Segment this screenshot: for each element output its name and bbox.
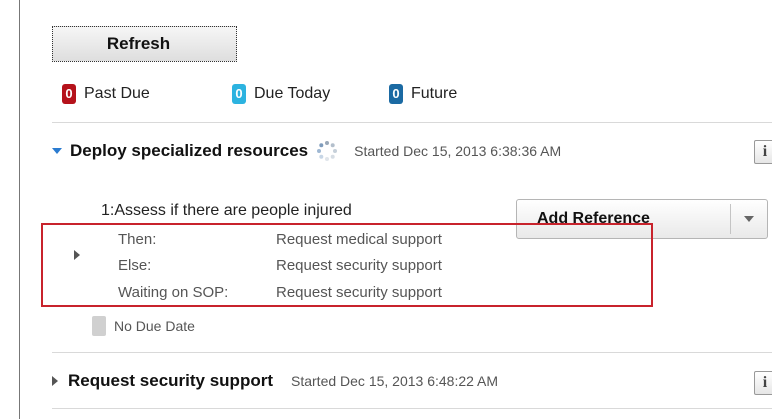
task-title: Deploy specialized resources — [70, 141, 309, 160]
expand-arrow-icon[interactable] — [52, 376, 58, 386]
past-due-count-badge: 0 — [62, 84, 76, 104]
future-label: Future — [411, 85, 458, 102]
task-header-deploy[interactable]: Deploy specialized resources Started Dec… — [52, 140, 561, 162]
future-filter[interactable]: 0 Future — [389, 84, 457, 104]
refresh-button[interactable]: Refresh — [52, 26, 237, 62]
divider — [52, 408, 772, 409]
task-title: Request security support — [68, 371, 273, 390]
left-border — [19, 0, 20, 419]
due-today-count-badge: 0 — [232, 84, 246, 104]
add-reference-dropdown[interactable] — [731, 200, 767, 238]
due-today-label: Due Today — [254, 85, 331, 102]
task-header-security[interactable]: Request security support Started Dec 15,… — [52, 371, 498, 391]
due-today-filter[interactable]: 0 Due Today — [232, 84, 330, 104]
chevron-down-icon — [744, 216, 754, 222]
no-due-date: No Due Date — [92, 316, 195, 336]
due-date-chip — [92, 316, 106, 336]
past-due-filter[interactable]: 0 Past Due — [62, 84, 150, 104]
expand-arrow-icon[interactable] — [52, 148, 62, 154]
divider — [52, 122, 772, 123]
started-timestamp: Started Dec 15, 2013 6:48:22 AM — [291, 373, 499, 389]
info-icon[interactable]: i — [754, 140, 772, 164]
past-due-label: Past Due — [84, 85, 150, 102]
no-due-date-label: No Due Date — [114, 318, 195, 334]
highlight-box — [41, 223, 653, 307]
started-timestamp: Started Dec 15, 2013 6:38:36 AM — [354, 143, 562, 159]
loading-spinner-icon — [317, 141, 338, 161]
step-title: 1:Assess if there are people injured — [101, 202, 352, 219]
future-count-badge: 0 — [389, 84, 403, 104]
divider — [52, 352, 772, 353]
info-icon[interactable]: i — [754, 371, 772, 395]
